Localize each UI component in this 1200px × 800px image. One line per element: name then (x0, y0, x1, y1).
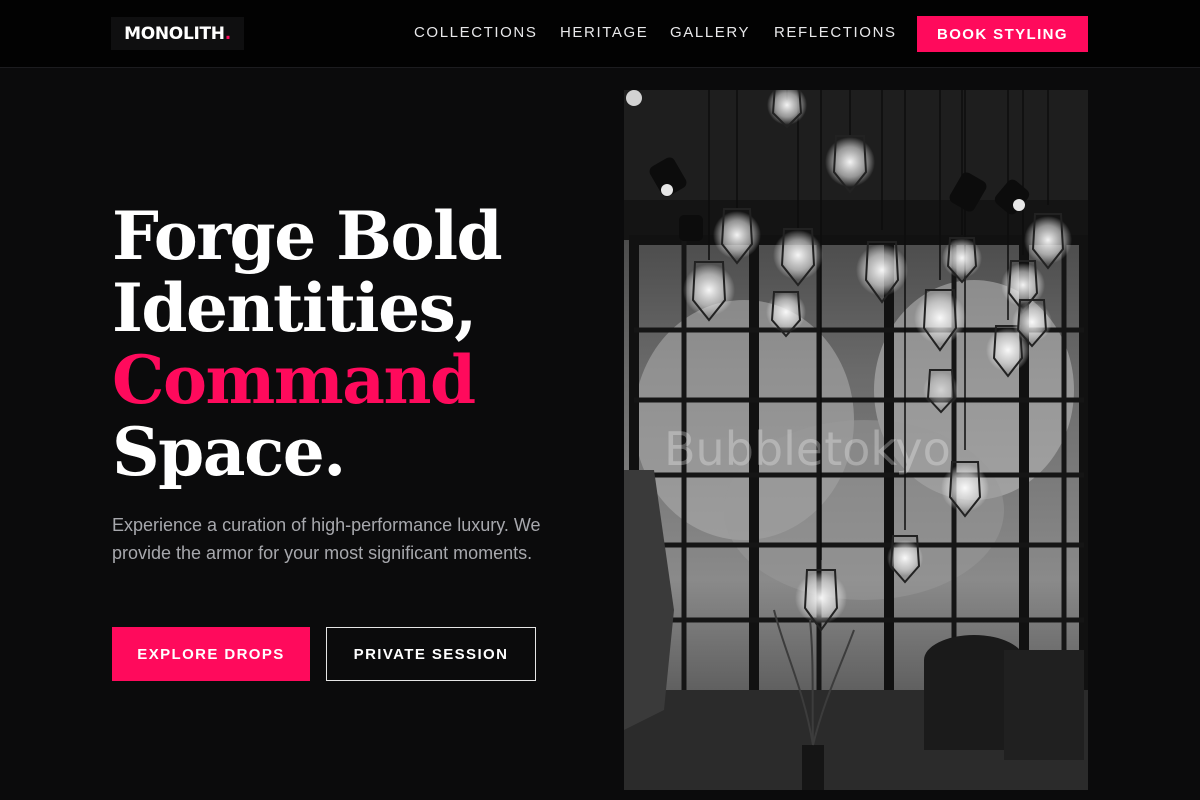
hero-image: Bubbletokyo (624, 90, 1088, 790)
brand-logo[interactable]: MONOLITH. (111, 17, 244, 50)
hero-title-line-1: Forge Bold (112, 197, 503, 275)
explore-drops-button[interactable]: EXPLORE DROPS (112, 627, 310, 681)
book-styling-button[interactable]: BOOK STYLING (917, 16, 1088, 52)
hero-title: Forge Bold Identities, Command Space. (112, 197, 503, 491)
pendant-lights-photo: Bubbletokyo (624, 90, 1088, 790)
nav-link-heritage[interactable]: HERITAGE (560, 24, 648, 42)
watermark-text: Bubbletokyo (664, 422, 951, 476)
nav-link-reflections[interactable]: REFLECTIONS (774, 24, 897, 42)
hero-title-accent: Command (112, 341, 476, 419)
hero-title-line-4: Space. (112, 413, 346, 491)
hero-title-line-2: Identities, (112, 269, 477, 347)
hero-description: Experience a curation of high-performanc… (112, 515, 541, 563)
brand-dot: . (224, 23, 231, 44)
brand-name: MONOLITH (124, 23, 225, 44)
site-header: MONOLITH. COLLECTIONS HERITAGE GALLERY R… (0, 0, 1200, 68)
nav-link-collections[interactable]: COLLECTIONS (414, 24, 537, 42)
nav-link-gallery[interactable]: GALLERY (670, 24, 750, 42)
private-session-button[interactable]: PRIVATE SESSION (326, 627, 536, 681)
